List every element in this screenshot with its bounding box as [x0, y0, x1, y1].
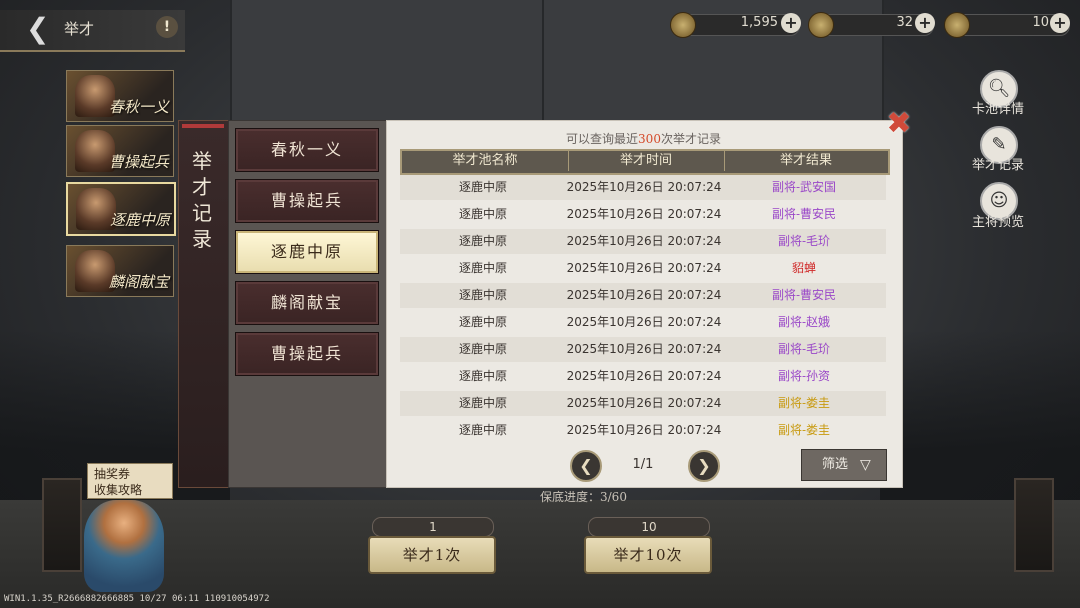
- voucher-line2: 收集攻略: [94, 483, 143, 497]
- table-row: 逐鹿中原 2025年10月26日 20:07:24 貂蝉: [400, 256, 886, 281]
- jade-value: 32: [896, 15, 913, 30]
- cell-pool: 逐鹿中原: [458, 369, 507, 383]
- table-row: 逐鹿中原 2025年10月26日 20:07:24 副将-娄圭: [400, 391, 886, 416]
- table-row: 逐鹿中原 2025年10月26日 20:07:24 副将-武安国: [400, 175, 886, 200]
- cell-time: 2025年10月26日 20:07:24: [566, 369, 722, 383]
- cell-time: 2025年10月26日 20:07:24: [566, 288, 722, 302]
- cell-result: 副将-曹安民: [771, 207, 837, 221]
- table-row: 逐鹿中原 2025年10月26日 20:07:24 副将-曹安民: [400, 202, 886, 227]
- mascot-character[interactable]: [84, 500, 164, 592]
- back-arrow-icon[interactable]: ❮: [26, 14, 49, 44]
- draw-history-label[interactable]: 举才记录: [962, 154, 1034, 173]
- cell-result: 副将-赵娥: [777, 315, 831, 329]
- cell-result: 副将-武安国: [771, 180, 837, 194]
- coin-icon: [670, 12, 696, 38]
- draw1-cost: 1: [372, 517, 494, 537]
- prev-page-button[interactable]: ❮: [570, 450, 602, 482]
- cell-result: 副将-孙资: [777, 369, 831, 383]
- table-row: 逐鹿中原 2025年10月26日 20:07:24 副将-孙资: [400, 364, 886, 389]
- pool-filter-button[interactable]: 麟阁献宝: [235, 281, 379, 325]
- banner-zhulu[interactable]: 逐鹿中原: [66, 182, 176, 236]
- table-row: 逐鹿中原 2025年10月26日 20:07:24 副将-赵娥: [400, 310, 886, 335]
- column-header-result: 举才结果: [779, 153, 832, 168]
- voucher-line1: 抽奖券: [94, 467, 131, 481]
- cell-result: 副将-娄圭: [777, 423, 831, 437]
- filter-button[interactable]: 筛选 ▽: [801, 449, 887, 481]
- table-row: 逐鹿中原 2025年10月26日 20:07:24 副将-毛玠: [400, 229, 886, 254]
- cell-time: 2025年10月26日 20:07:24: [566, 261, 722, 275]
- table-row: 逐鹿中原 2025年10月26日 20:07:24 副将-曹安民: [400, 283, 886, 308]
- cell-result: 副将-曹安民: [771, 288, 837, 302]
- banner-caocao[interactable]: 曹操起兵: [66, 125, 174, 177]
- add-coin-button[interactable]: +: [781, 13, 801, 33]
- banner-label: 麟阁献宝: [108, 273, 169, 291]
- page-indicator: 1/1: [632, 457, 654, 472]
- pool-details-label[interactable]: 卡池详情: [962, 98, 1034, 117]
- banner-linge[interactable]: 麟阁献宝: [66, 245, 174, 297]
- cell-pool: 逐鹿中原: [458, 315, 507, 329]
- banner-label: 春秋一义: [108, 98, 169, 116]
- help-icon[interactable]: !: [156, 16, 178, 38]
- draw-ten-button[interactable]: 举才10次: [584, 536, 712, 574]
- pity-progress: 保底进度：3/60: [540, 490, 627, 504]
- cell-pool: 逐鹿中原: [458, 207, 507, 221]
- records-hint: 可以查询最近300次举才记录: [566, 132, 721, 146]
- table-row: 逐鹿中原 2025年10月26日 20:07:24 副将-毛玠: [400, 337, 886, 362]
- build-info: WIN1.1.35_R2666882666885 10/27 06:11 110…: [4, 594, 270, 604]
- cell-time: 2025年10月26日 20:07:24: [566, 234, 722, 248]
- next-page-button[interactable]: ❯: [688, 450, 720, 482]
- cell-pool: 逐鹿中原: [458, 261, 507, 275]
- voucher-guide-button[interactable]: 抽奖券 收集攻略: [87, 463, 173, 499]
- pool-filter-button[interactable]: 春秋一义: [235, 128, 379, 172]
- cell-result: 貂蝉: [791, 261, 816, 275]
- cell-pool: 逐鹿中原: [458, 342, 507, 356]
- jade-icon: [808, 12, 834, 38]
- cell-result: 副将-毛玠: [777, 342, 831, 356]
- lantern-left: [42, 478, 82, 572]
- cell-time: 2025年10月26日 20:07:24: [566, 315, 722, 329]
- cell-time: 2025年10月26日 20:07:24: [566, 396, 722, 410]
- close-icon[interactable]: ✖: [885, 109, 913, 139]
- lantern-right: [1014, 478, 1054, 572]
- pool-filter-button-active[interactable]: 逐鹿中原: [235, 230, 379, 274]
- banner-label: 逐鹿中原: [109, 211, 170, 229]
- pool-filter-button[interactable]: 曹操起兵: [235, 332, 379, 376]
- column-header-pool: 举才池名称: [452, 153, 518, 168]
- cell-time: 2025年10月26日 20:07:24: [566, 423, 722, 437]
- banner-label: 曹操起兵: [108, 153, 169, 171]
- cell-pool: 逐鹿中原: [458, 396, 507, 410]
- draw-once-button[interactable]: 举才1次: [368, 536, 496, 574]
- add-ticket-button[interactable]: +: [1050, 13, 1070, 33]
- ticket-icon: [944, 12, 970, 38]
- page-title: 举才: [64, 20, 95, 38]
- banner-chunqiu[interactable]: 春秋一义: [66, 70, 174, 122]
- records-tab-accent: [182, 124, 224, 128]
- draw10-cost: 10: [588, 517, 710, 537]
- ticket-value: 10: [1032, 15, 1049, 30]
- cell-pool: 逐鹿中原: [458, 180, 507, 194]
- add-jade-button[interactable]: +: [915, 13, 935, 33]
- pool-filter-button[interactable]: 曹操起兵: [235, 179, 379, 223]
- cell-pool: 逐鹿中原: [458, 234, 507, 248]
- coin-value: 1,595: [740, 15, 778, 30]
- general-preview-label[interactable]: 主将预览: [962, 211, 1034, 230]
- column-header-time: 举才时间: [619, 153, 672, 168]
- cell-pool: 逐鹿中原: [458, 288, 507, 302]
- cell-time: 2025年10月26日 20:07:24: [566, 180, 722, 194]
- cell-pool: 逐鹿中原: [458, 423, 507, 437]
- records-tab-title: 举才记录: [192, 149, 212, 251]
- table-row: 逐鹿中原 2025年10月26日 20:07:24 副将-娄圭: [400, 418, 886, 443]
- cell-result: 副将-毛玠: [777, 234, 831, 248]
- cell-result: 副将-娄圭: [777, 396, 831, 410]
- cell-time: 2025年10月26日 20:07:24: [566, 207, 722, 221]
- filter-label: 筛选: [822, 457, 849, 472]
- cell-time: 2025年10月26日 20:07:24: [566, 342, 722, 356]
- filter-icon: ▽: [860, 457, 871, 473]
